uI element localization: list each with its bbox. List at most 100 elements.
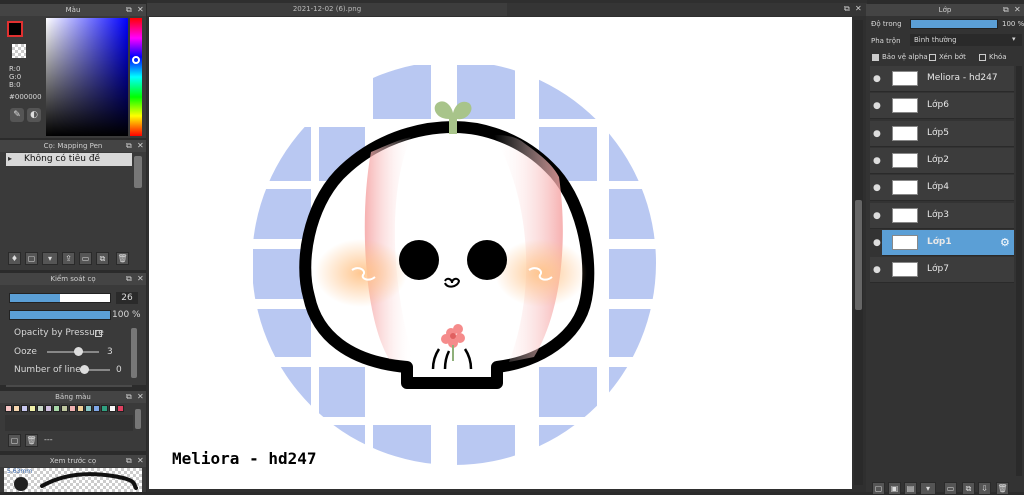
layer-opacity-slider[interactable] xyxy=(910,19,998,29)
layer-row[interactable]: ● Lớp6 xyxy=(870,93,1014,120)
panel-float-icon[interactable]: ⧉ xyxy=(126,455,132,467)
new-raster-layer-icon[interactable]: ▤ xyxy=(904,482,917,495)
visibility-eye-icon[interactable]: ● xyxy=(873,265,881,275)
brush-options-icon[interactable]: ▾ xyxy=(42,252,58,265)
palette-swatch[interactable] xyxy=(85,405,92,412)
palette-panel: Bảng màu ⧉ ✕ ▢ 🗑 --- xyxy=(0,391,146,451)
palette-swatch[interactable] xyxy=(101,405,108,412)
brush-size-value[interactable]: 26 xyxy=(116,292,138,304)
panel-float-icon[interactable]: ⧉ xyxy=(844,4,850,14)
layer-thumbnail xyxy=(892,71,918,86)
layer-row[interactable]: ● Lớp3 xyxy=(870,202,1014,229)
palette-swatch[interactable] xyxy=(53,405,60,412)
color-wheel-icon[interactable]: ◐ xyxy=(27,108,41,122)
palette-swatch[interactable] xyxy=(69,405,76,412)
visibility-eye-icon[interactable]: ● xyxy=(873,129,881,139)
left-eye xyxy=(399,240,439,280)
panel-float-icon[interactable]: ⧉ xyxy=(1003,4,1009,16)
canvas-vertical-scrollbar[interactable] xyxy=(854,20,863,485)
panel-float-icon[interactable]: ⧉ xyxy=(126,391,132,403)
hue-slider-handle[interactable] xyxy=(132,56,140,64)
layer-thumbnail xyxy=(892,207,918,223)
gear-icon[interactable]: ⚙ xyxy=(1000,236,1010,249)
lines-slider-handle[interactable] xyxy=(80,365,89,374)
layer-row[interactable]: ● Lớp1 ⚙ xyxy=(873,229,1014,256)
palette-swatch[interactable] xyxy=(21,405,28,412)
blend-mode-select[interactable]: Bình thường ▾ xyxy=(910,34,1022,46)
clip-checkbox[interactable] xyxy=(929,54,936,61)
palette-swatch[interactable] xyxy=(117,405,124,412)
canvas-scroll-thumb[interactable] xyxy=(855,200,862,310)
folder-icon[interactable]: ▭ xyxy=(79,252,92,265)
close-icon[interactable]: ✕ xyxy=(137,4,144,16)
close-icon[interactable]: ✕ xyxy=(1014,4,1021,16)
delete-brush-icon[interactable]: 🗑 xyxy=(116,252,129,265)
brush-list-scrollbar[interactable] xyxy=(134,156,142,188)
ooze-slider-handle[interactable] xyxy=(74,347,83,356)
brush-opacity-slider[interactable] xyxy=(9,310,111,320)
layer-menu-icon[interactable]: ▾ xyxy=(920,482,936,495)
palette-swatch[interactable] xyxy=(13,405,20,412)
brush-opacity-value: 100 % xyxy=(112,310,141,320)
brush-group-header[interactable]: ▸ Không có tiêu đề xyxy=(6,153,132,166)
saturation-value-picker[interactable] xyxy=(46,18,128,136)
close-icon[interactable]: ✕ xyxy=(137,455,144,467)
primary-color-swatch[interactable] xyxy=(7,21,23,37)
duplicate-brush-icon[interactable]: ⧉ xyxy=(96,252,109,265)
close-icon[interactable]: ✕ xyxy=(137,391,144,403)
visibility-eye-icon[interactable]: ● xyxy=(873,156,881,166)
opacity-pressure-checkbox[interactable] xyxy=(95,330,102,337)
close-icon[interactable]: ✕ xyxy=(137,273,144,285)
duplicate-layer-icon[interactable]: ⧉ xyxy=(962,482,975,495)
palette-swatch[interactable] xyxy=(109,405,116,412)
panel-float-icon[interactable]: ⧉ xyxy=(126,273,132,285)
layer-thumbnail xyxy=(892,180,918,196)
drawing-canvas[interactable]: Meliora - hd247 xyxy=(149,17,852,489)
brush-tool-icon[interactable]: ♦ xyxy=(8,252,21,265)
ooze-value: 3 xyxy=(107,347,113,357)
brush-control-scrollbar[interactable] xyxy=(131,328,137,378)
palette-swatch[interactable] xyxy=(5,405,12,412)
layer-row[interactable]: ● Lớp5 xyxy=(870,120,1014,147)
visibility-eye-icon[interactable]: ● xyxy=(873,101,881,111)
new-layer-icon[interactable]: ▢ xyxy=(872,482,885,495)
merge-layer-icon[interactable]: ⇩ xyxy=(978,482,991,495)
visibility-eye-icon[interactable]: ● xyxy=(873,183,881,193)
new-brush-icon[interactable]: ▢ xyxy=(25,252,38,265)
layer-row[interactable]: ● Lớp4 xyxy=(870,175,1014,202)
panel-float-icon[interactable]: ⧉ xyxy=(126,4,132,16)
layer-folder-icon[interactable]: ▭ xyxy=(944,482,957,495)
import-brush-icon[interactable]: ⇪ xyxy=(62,252,75,265)
palette-swatches xyxy=(5,405,133,414)
palette-scrollbar[interactable] xyxy=(135,409,141,429)
close-icon[interactable]: ✕ xyxy=(855,4,862,13)
document-tab[interactable]: 2021-12-02 (6).png xyxy=(147,3,507,16)
delete-layer-icon[interactable]: 🗑 xyxy=(996,482,1009,495)
eyedropper-icon[interactable]: ✎ xyxy=(10,108,24,122)
new-swatch-icon[interactable]: ▢ xyxy=(8,434,21,447)
palette-swatch[interactable] xyxy=(93,405,100,412)
layers-scrollbar[interactable] xyxy=(1016,66,1022,476)
visibility-eye-icon[interactable]: ● xyxy=(873,74,881,84)
layer-row[interactable]: ● Lớp2 xyxy=(870,147,1014,174)
panel-float-icon[interactable]: ⧉ xyxy=(126,140,132,152)
document-tab-bar xyxy=(507,3,867,16)
palette-swatch[interactable] xyxy=(29,405,36,412)
ooze-slider[interactable] xyxy=(47,351,99,353)
layer-row[interactable]: ● Meliora - hd247 xyxy=(870,66,1014,92)
close-icon[interactable]: ✕ xyxy=(137,140,144,152)
layer-row[interactable]: ● Lớp7 xyxy=(870,257,1014,284)
visibility-eye-icon[interactable]: ● xyxy=(873,238,881,248)
brush-size-slider[interactable] xyxy=(9,293,111,303)
lock-checkbox[interactable] xyxy=(979,54,986,61)
palette-swatch[interactable] xyxy=(61,405,68,412)
transparent-color-swatch[interactable] xyxy=(12,44,26,58)
protect-alpha-checkbox[interactable] xyxy=(872,54,879,61)
palette-swatch[interactable] xyxy=(37,405,44,412)
palette-swatch[interactable] xyxy=(77,405,84,412)
visibility-eye-icon[interactable]: ● xyxy=(873,211,881,221)
palette-swatch[interactable] xyxy=(45,405,52,412)
hue-slider[interactable] xyxy=(130,18,142,136)
delete-swatch-icon[interactable]: 🗑 xyxy=(25,434,38,447)
new-layer-options-icon[interactable]: ▣ xyxy=(888,482,901,495)
